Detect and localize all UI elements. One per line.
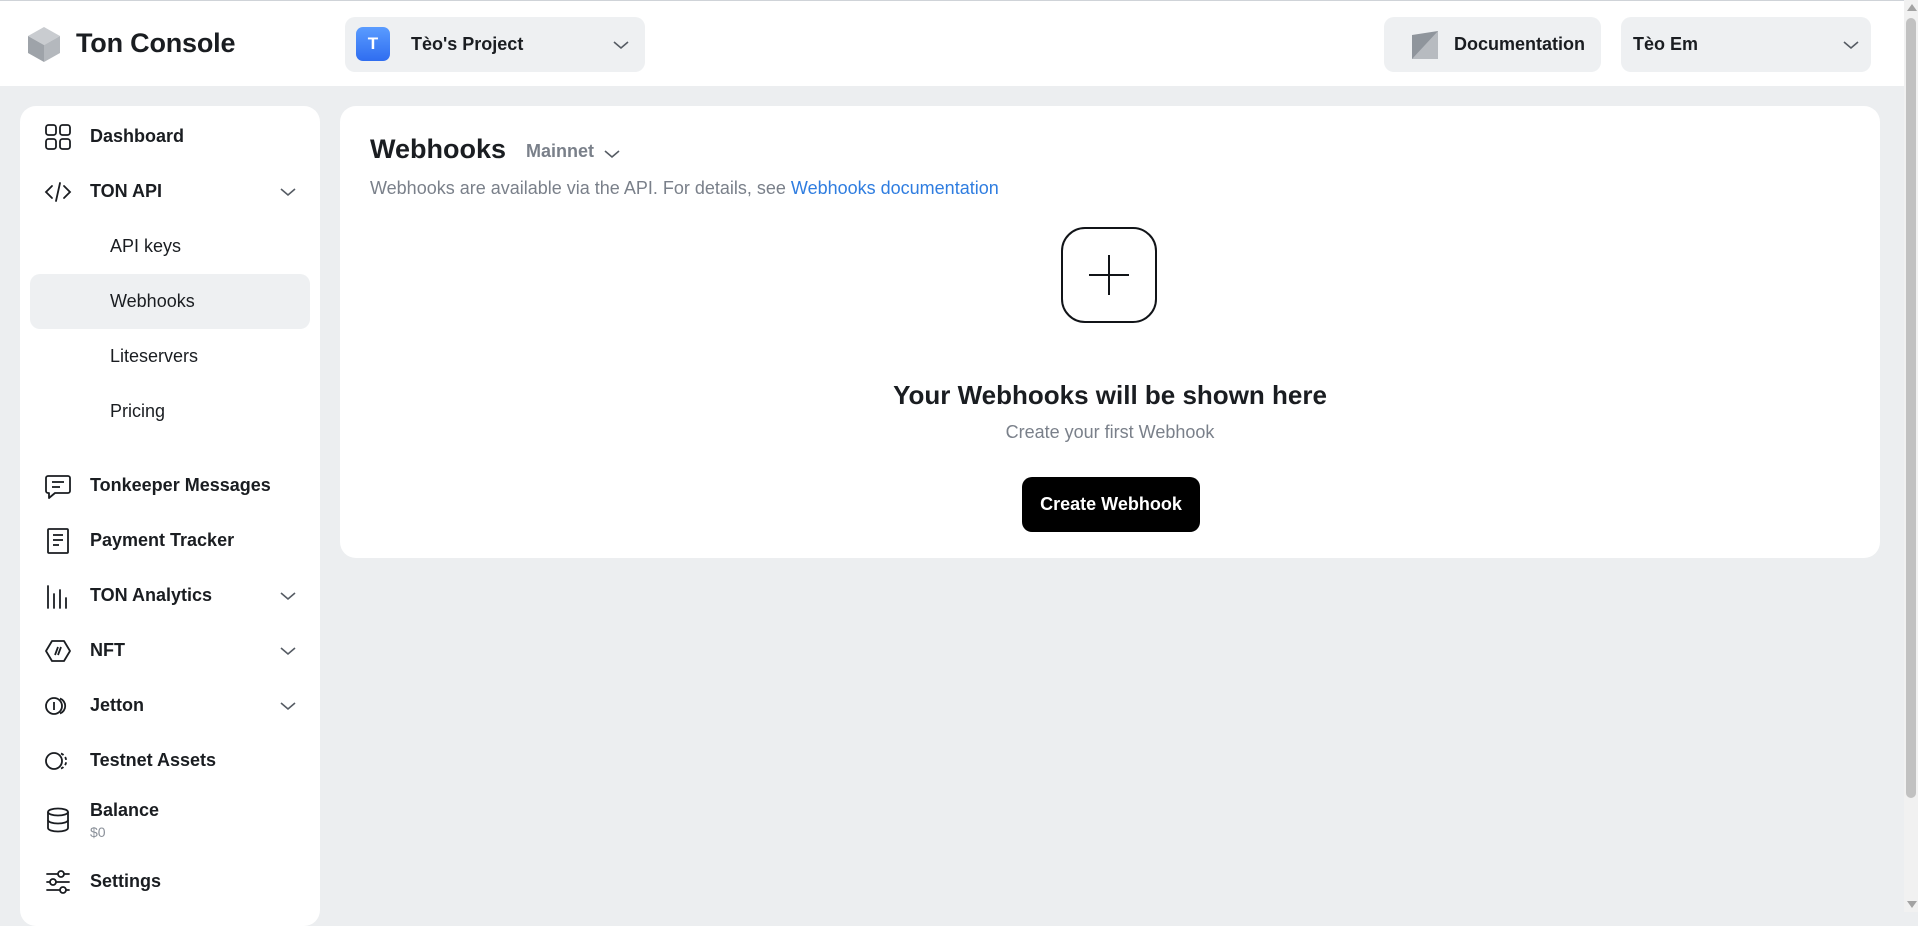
network-label: Mainnet	[526, 141, 595, 161]
sidebar-item-dashboard[interactable]: Dashboard	[30, 109, 310, 164]
chevron-down-icon	[1843, 41, 1859, 50]
sidebar-item-label: Dashboard	[90, 126, 185, 146]
sidebar-item-tonkeeper-messages[interactable]: Tonkeeper Messages	[30, 458, 310, 513]
page-description: Webhooks are available via the API. For …	[370, 178, 999, 199]
brand-name[interactable]: Ton Console	[76, 28, 235, 59]
project-selector[interactable]: T Tèo's Project	[345, 17, 645, 72]
sidebar-item-pricing[interactable]: Pricing	[30, 384, 310, 439]
sidebar-item-api-keys[interactable]: API keys	[30, 219, 310, 274]
message-icon	[45, 475, 71, 499]
chevron-down-icon	[280, 188, 296, 197]
page-scrollbar[interactable]	[1904, 0, 1918, 912]
sidebar-item-balance[interactable]: Balance $0	[30, 788, 310, 848]
plus-icon	[1089, 255, 1129, 295]
project-avatar: T	[356, 27, 390, 61]
description-text: Webhooks are available via the API. For …	[370, 178, 786, 198]
sidebar-item-jetton[interactable]: Jetton	[30, 678, 310, 733]
nft-hexagon-icon	[45, 640, 71, 662]
database-icon	[47, 807, 69, 833]
balance-value: $0	[90, 824, 106, 840]
sidebar-item-ton-api[interactable]: TON API	[30, 164, 310, 219]
user-name: Tèo Em	[1633, 34, 1699, 54]
sidebar-item-ton-analytics[interactable]: TON Analytics	[30, 568, 310, 623]
webhooks-panel: Webhooks Mainnet Webhooks are available …	[340, 106, 1880, 558]
project-name: Tèo's Project	[411, 34, 524, 54]
chevron-down-icon	[280, 702, 296, 711]
scroll-thumb[interactable]	[1906, 18, 1916, 798]
chevron-down-icon	[604, 150, 620, 159]
sidebar-item-label: TON Analytics	[90, 585, 213, 605]
sidebar-item-payment-tracker[interactable]: Payment Tracker	[30, 513, 310, 568]
page-title: Webhooks	[370, 134, 507, 164]
empty-state-plus-icon	[1061, 227, 1157, 323]
sidebar-item-settings[interactable]: Settings	[30, 854, 310, 909]
webhooks-documentation-link[interactable]: Webhooks documentation	[791, 178, 999, 198]
sidebar-item-label: Payment Tracker	[90, 530, 235, 550]
scroll-down-arrow-icon[interactable]	[1907, 901, 1917, 908]
user-menu[interactable]: Tèo Em	[1621, 17, 1871, 72]
documentation-button[interactable]: Documentation	[1384, 17, 1601, 72]
sidebar-item-label: Webhooks	[110, 291, 195, 311]
sidebar-item-label: Liteservers	[110, 346, 199, 366]
chevron-down-icon	[613, 41, 629, 50]
scroll-up-arrow-icon[interactable]	[1907, 4, 1917, 11]
documentation-icon	[1412, 31, 1438, 59]
network-selector[interactable]: Mainnet	[526, 138, 636, 168]
ton-console-logo-icon[interactable]	[26, 25, 62, 63]
sidebar-item-testnet-assets[interactable]: Testnet Assets	[30, 733, 310, 788]
testnet-coins-icon	[45, 752, 68, 770]
sidebar-item-label: Pricing	[110, 401, 166, 421]
bar-chart-icon	[47, 585, 67, 609]
sidebar-item-liteservers[interactable]: Liteservers	[30, 329, 310, 384]
coins-icon	[45, 697, 67, 715]
top-bar: Ton Console T Tèo's Project Documentatio…	[0, 0, 1904, 86]
sidebar-item-nft[interactable]: NFT	[30, 623, 310, 678]
empty-state-subtitle: Create your first Webhook	[1005, 422, 1215, 442]
receipt-icon	[47, 528, 69, 554]
sidebar-item-label: Testnet Assets	[90, 750, 217, 770]
settings-sliders-icon	[46, 870, 70, 894]
sidebar-item-label: TON API	[90, 181, 163, 201]
sidebar-item-webhooks[interactable]: Webhooks	[30, 274, 310, 329]
sidebar-item-label: API keys	[110, 236, 182, 256]
sidebar-item-label: Settings	[90, 871, 162, 891]
code-icon	[44, 182, 72, 202]
sidebar-item-label: Balance	[90, 800, 160, 820]
sidebar-item-label: NFT	[90, 640, 125, 660]
dashboard-icon	[45, 124, 71, 150]
empty-state-title: Your Webhooks will be shown here	[893, 380, 1327, 410]
sidebar-item-label: Tonkeeper Messages	[90, 475, 271, 495]
documentation-label: Documentation	[1454, 34, 1586, 54]
chevron-down-icon	[280, 647, 296, 656]
sidebar-item-label: Jetton	[90, 695, 144, 715]
chevron-down-icon	[280, 592, 296, 601]
create-webhook-button[interactable]: Create Webhook	[1022, 477, 1200, 532]
sidebar: Dashboard TON API API keys Webhooks Lite…	[20, 106, 320, 926]
